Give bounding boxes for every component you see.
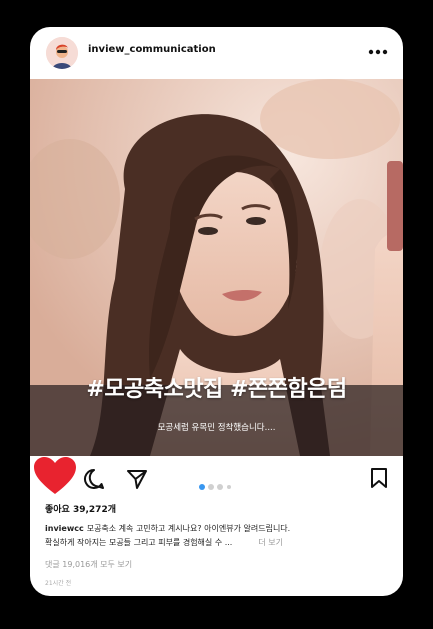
more-link[interactable]: 더 보기: [258, 538, 283, 547]
caption-line-1: inviewcc 모공축소 계속 고민하고 계시나요? 아이엔뷰가 알려드립니다.: [45, 522, 390, 536]
bookmark-icon[interactable]: [369, 467, 389, 489]
post-card: inview_communication #모공축소맛집 #쫀쫀함은덤 모공세럼…: [30, 27, 403, 596]
carousel-dot: [199, 484, 205, 490]
carousel-dot: [217, 484, 223, 490]
carousel-dot: [208, 484, 214, 490]
post-header: inview_communication: [30, 27, 403, 79]
view-comments-link[interactable]: 댓글 19,016개 모두 보기: [45, 559, 132, 570]
post-caption: inviewcc 모공축소 계속 고민하고 계시나요? 아이엔뷰가 알려드립니다.…: [45, 522, 390, 550]
more-icon[interactable]: [367, 41, 389, 63]
caption-text-2: 확실하게 작아지는 모공들 그리고 피부를 경험해실 수 ...: [45, 538, 233, 547]
hashtags-headline: #모공축소맛집 #쫀쫀함은덤: [86, 377, 347, 402]
post-image[interactable]: #모공축소맛집 #쫀쫀함은덤 모공세럼 유목민 정착했습니다....: [30, 79, 403, 456]
caption-text-1: 모공축소 계속 고민하고 계시나요? 아이엔뷰가 알려드립니다.: [86, 524, 291, 533]
post-time: 21시간 전: [45, 580, 72, 587]
share-icon[interactable]: [126, 468, 148, 490]
caption-line-2: 확실하게 작아지는 모공들 그리고 피부를 경험해실 수 ... 더 보기: [45, 536, 390, 550]
comment-icon[interactable]: [83, 468, 105, 490]
avatar[interactable]: [46, 37, 78, 69]
overlay-subcaption: 모공세럼 유목민 정착했습니다....: [157, 423, 276, 433]
heart-icon[interactable]: [32, 456, 78, 496]
carousel-dot: [227, 485, 231, 489]
likes-count[interactable]: 좋아요 39,272개: [45, 502, 116, 515]
carousel-indicator: [198, 476, 238, 490]
caption-username[interactable]: inviewcc: [45, 524, 84, 533]
username[interactable]: inview_communication: [88, 44, 216, 55]
action-bar: [30, 456, 403, 504]
